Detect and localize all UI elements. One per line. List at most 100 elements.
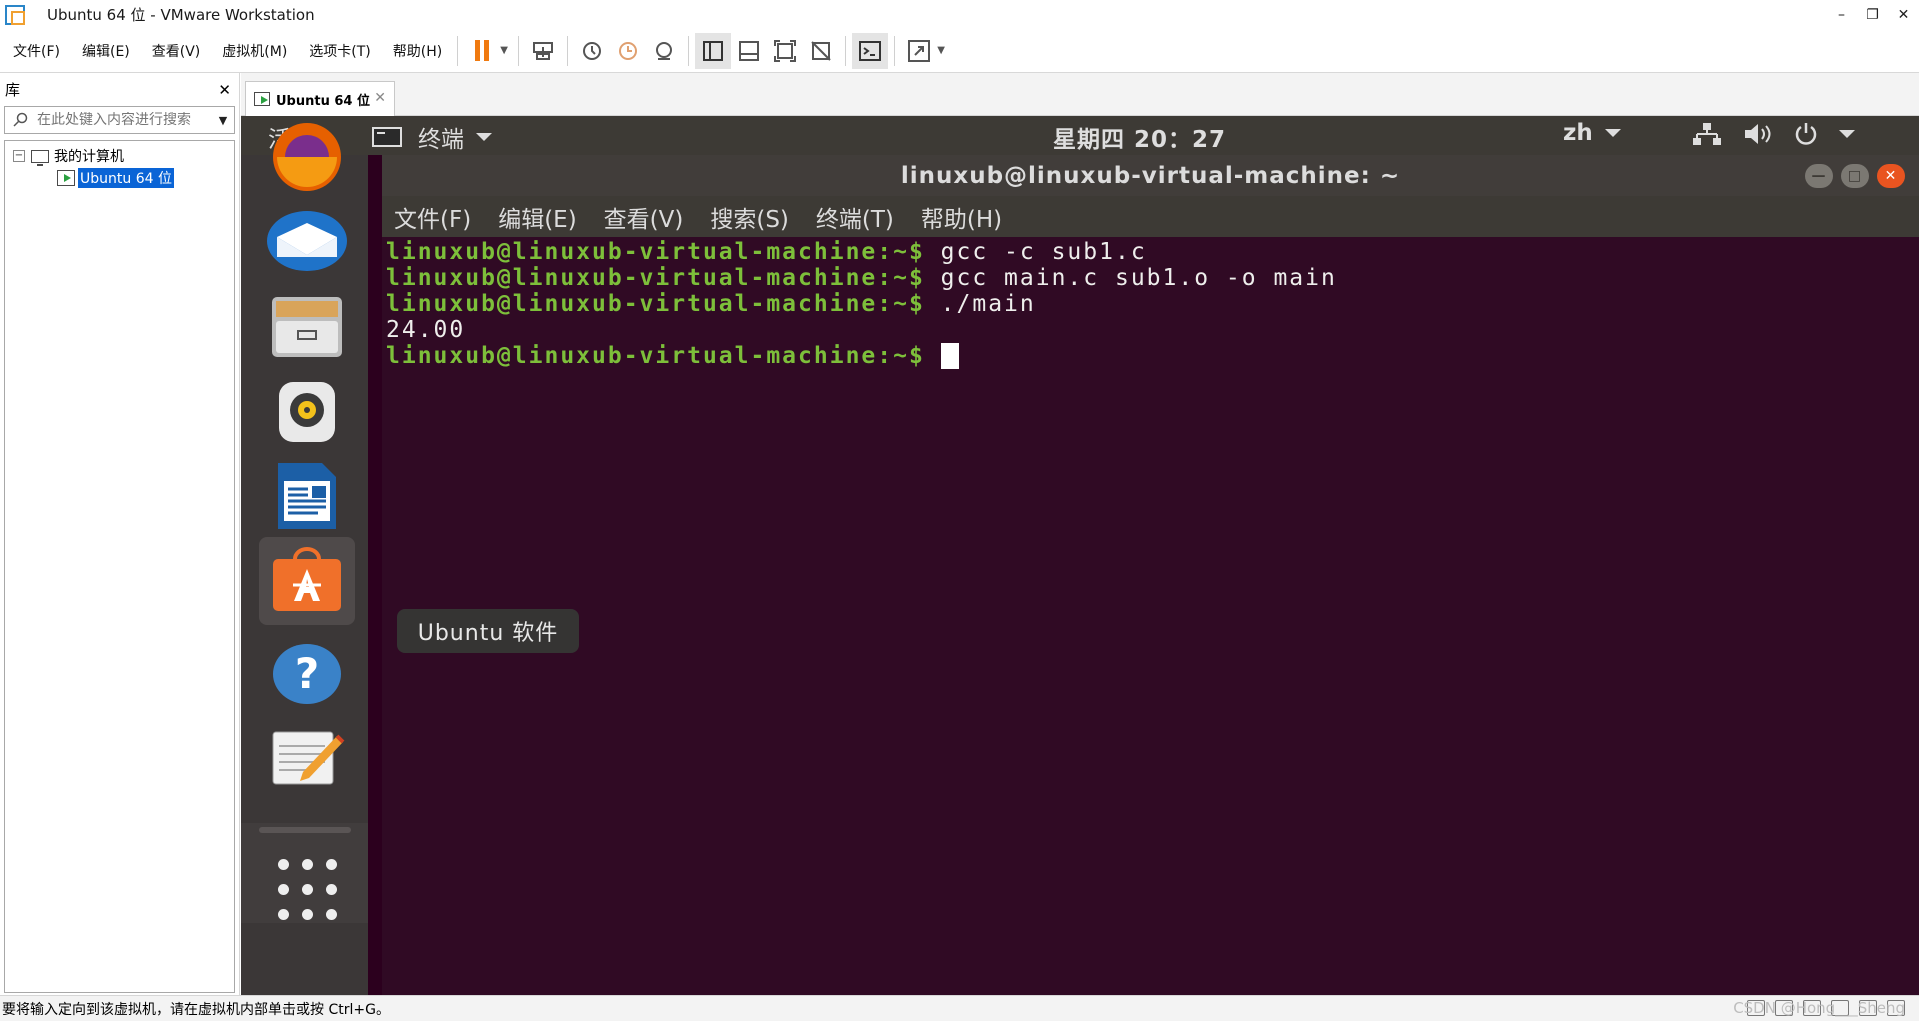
fullscreen-button[interactable] [767,33,803,69]
tab-ubuntu-vm[interactable]: Ubuntu 64 位 ✕ [245,81,395,116]
shell-command [925,343,941,369]
fullscreen-icon [774,39,797,62]
terminal-close-button[interactable]: ✕ [1877,164,1905,188]
vm-guest-screen[interactable]: 活动 终端 星期四 20：27 zh [241,116,1919,995]
notepad-pencil-icon [272,731,345,785]
terminal-output[interactable]: linuxub@linuxub-virtual-machine:~$ gcc -… [382,237,1919,995]
search-dropdown-icon[interactable]: ▼ [212,114,234,127]
vm-tab-strip: Ubuntu 64 位 ✕ [241,73,1919,116]
menu-vm[interactable]: 虚拟机(M) [209,41,296,61]
unity-mode-icon [811,40,831,61]
terminal-menu-edit[interactable]: 编辑(E) [486,200,591,234]
library-search-box: ▼ [4,106,235,134]
terminal-line: linuxub@linuxub-virtual-machine:~$ [386,343,1919,369]
speaker-icon [279,382,335,442]
volume-icon [1745,124,1771,144]
window-controls: – ❐ ✕ [1826,0,1919,29]
dock-ubuntu-software[interactable] [259,537,355,625]
tab-label: Ubuntu 64 位 [276,93,370,109]
unity-mode-button[interactable] [803,33,839,69]
library-close-button[interactable]: ✕ [218,81,231,99]
dock-help[interactable]: ? [259,630,355,718]
menu-tabs[interactable]: 选项卡(T) [296,41,379,61]
close-button[interactable]: ✕ [1888,0,1919,29]
thunderbird-icon [267,211,347,271]
terminal-maximize-button[interactable]: □ [1841,164,1869,188]
chevron-down-icon [1604,129,1621,137]
shell-command: ./main [924,291,1036,317]
terminal-line: linuxub@linuxub-virtual-machine:~$ gcc -… [386,239,1919,265]
dock-rhythmbox[interactable] [259,367,355,455]
text-cursor [940,343,959,369]
collapse-icon[interactable]: − [13,150,25,162]
tree-item-my-computer[interactable]: − 我的计算机 [5,145,234,167]
clock[interactable]: 星期四 20：27 [1053,120,1226,154]
chevron-down-icon [1839,130,1855,138]
tab-close-button[interactable]: ✕ [374,90,386,106]
watermark: CSDN @Hong___Sheng [1733,999,1905,1017]
stretch-guest-button[interactable] [901,33,937,69]
system-indicators[interactable] [1691,121,1855,147]
dock-text-editor[interactable] [259,713,355,801]
computer-icon [31,149,49,166]
revert-snapshot-button[interactable] [610,33,646,69]
power-dropdown-icon[interactable]: ▼ [500,45,512,56]
thumbnail-view-icon [739,40,760,61]
terminal-title: linuxub@linuxub-virtual-machine: ~ [900,162,1401,189]
program-output: 24.00 [386,317,466,343]
stretch-dropdown-icon[interactable]: ▼ [937,45,949,56]
app-menu-terminal[interactable]: 终端 [372,120,492,154]
toolbar-separator [845,35,847,66]
send-ctrl-alt-del-button[interactable] [525,33,561,69]
terminal-menu-file[interactable]: 文件(F) [382,200,486,234]
show-library-button[interactable] [695,32,732,69]
writer-document-icon [278,463,336,529]
terminal-menu-terminal[interactable]: 终端(T) [804,200,909,234]
restore-button[interactable]: ❐ [1857,0,1888,29]
keyboard-send-icon [533,41,554,60]
library-header: 库 ✕ [0,73,239,106]
terminal-menu-view[interactable]: 查看(V) [592,200,699,234]
toolbar-separator [567,35,569,66]
dock-firefox[interactable] [259,116,355,201]
input-language-indicator[interactable]: zh [1563,120,1621,146]
window-titlebar: Ubuntu 64 位 - VMware Workstation – ❐ ✕ [0,0,1919,29]
shell-prompt: linuxub@linuxub-virtual-machine:~$ [386,343,925,369]
gnome-top-bar: 活动 终端 星期四 20：27 zh [241,116,1919,155]
dock-libreoffice-writer[interactable] [259,452,355,540]
revert-snapshot-icon [619,41,638,60]
language-label: zh [1563,120,1593,146]
library-search-input[interactable] [29,112,212,128]
snapshot-manager-button[interactable] [646,33,682,69]
shell-prompt: linuxub@linuxub-virtual-machine:~$ [386,291,925,317]
menu-help[interactable]: 帮助(H) [380,41,451,61]
terminal-line: linuxub@linuxub-virtual-machine:~$ gcc m… [386,265,1919,291]
terminal-menu-help[interactable]: 帮助(H) [909,200,1017,234]
software-bag-icon [273,547,341,611]
terminal-window-controls: — □ ✕ [1805,164,1905,188]
power-icon [1795,123,1817,145]
snapshot-button[interactable] [574,33,610,69]
minimize-button[interactable]: – [1826,0,1857,29]
thumbnail-bar-button[interactable] [731,33,767,69]
file-cabinet-icon [272,297,342,357]
shell-command: gcc main.c sub1.o -o main [924,265,1337,291]
terminal-minimize-button[interactable]: — [1805,164,1833,188]
tree-item-ubuntu-vm[interactable]: Ubuntu 64 位 [5,167,234,189]
terminal-titlebar[interactable]: linuxub@linuxub-virtual-machine: ~ — □ ✕ [382,155,1919,196]
menu-edit[interactable]: 编辑(E) [69,41,139,61]
console-view-button[interactable] [852,32,889,69]
show-applications-button[interactable] [259,845,355,933]
terminal-menu-search[interactable]: 搜索(S) [698,200,804,234]
pause-button[interactable] [464,33,500,69]
console-icon [859,40,882,61]
dock-files[interactable] [259,282,355,370]
tree-item-label: 我的计算机 [54,149,124,165]
library-tree: − 我的计算机 Ubuntu 64 位 [4,140,235,993]
chevron-down-icon [476,133,492,141]
menu-file[interactable]: 文件(F) [0,41,69,61]
dock-thunderbird[interactable] [259,195,355,283]
menubar: 文件(F) 编辑(E) 查看(V) 虚拟机(M) 选项卡(T) 帮助(H) ▼ … [0,29,1919,73]
network-icon [1693,123,1721,145]
menu-view[interactable]: 查看(V) [139,41,210,61]
